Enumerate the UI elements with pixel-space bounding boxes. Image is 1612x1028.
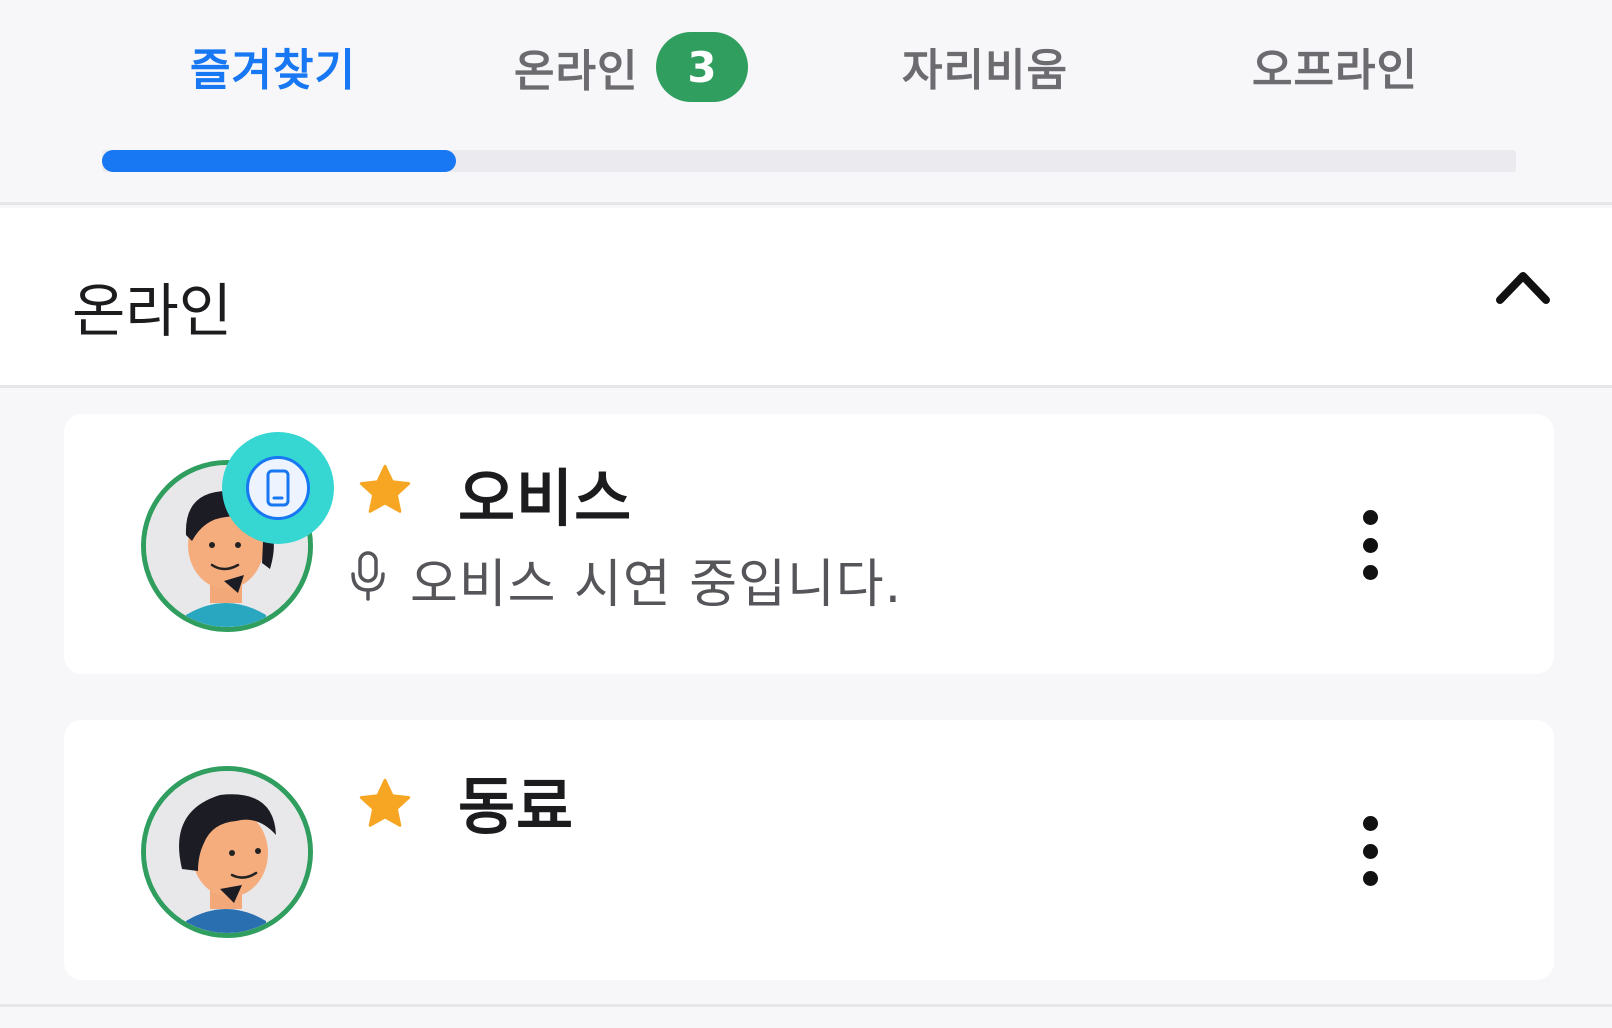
divider <box>0 1004 1612 1007</box>
section-title: 온라인 <box>72 277 233 345</box>
tab-indicator-track <box>102 150 1516 172</box>
tab-bar: 즐겨찾기 온라인 3 자리비움 오프라인 <box>0 0 1612 205</box>
more-options-icon[interactable] <box>1350 816 1390 886</box>
tab-offline[interactable]: 오프라인 <box>1252 34 1418 98</box>
more-options-icon[interactable] <box>1350 510 1390 580</box>
tab-away[interactable]: 자리비움 <box>902 34 1068 98</box>
contact-card[interactable]: 오비스 오비스 시연 중입니다. <box>64 414 1554 674</box>
favorite-star-icon[interactable] <box>356 462 414 518</box>
contact-name: 동료 <box>458 770 575 843</box>
favorite-star-icon[interactable] <box>356 776 414 832</box>
chevron-up-icon[interactable] <box>1494 266 1552 306</box>
tab-offline-label: 오프라인 <box>1252 45 1418 96</box>
mobile-icon <box>266 469 290 507</box>
person-illustration-icon <box>146 771 308 933</box>
tab-favorites[interactable]: 즐겨찾기 <box>190 34 356 98</box>
microphone-icon <box>351 551 385 601</box>
tab-online-label: 온라인 <box>514 46 639 97</box>
mobile-device-badge <box>222 432 334 544</box>
contact-name: 오비스 <box>458 462 633 535</box>
tab-online[interactable]: 온라인 3 <box>514 32 749 102</box>
tab-favorites-label: 즐겨찾기 <box>190 45 356 96</box>
tab-away-label: 자리비움 <box>902 45 1068 96</box>
contact-card[interactable]: 동료 <box>64 720 1554 980</box>
status-message: 오비스 시연 중입니다. <box>410 555 903 615</box>
avatar <box>141 766 313 938</box>
online-count-badge: 3 <box>656 32 749 102</box>
tab-indicator <box>102 150 456 172</box>
online-section-header[interactable]: 온라인 <box>0 208 1612 388</box>
